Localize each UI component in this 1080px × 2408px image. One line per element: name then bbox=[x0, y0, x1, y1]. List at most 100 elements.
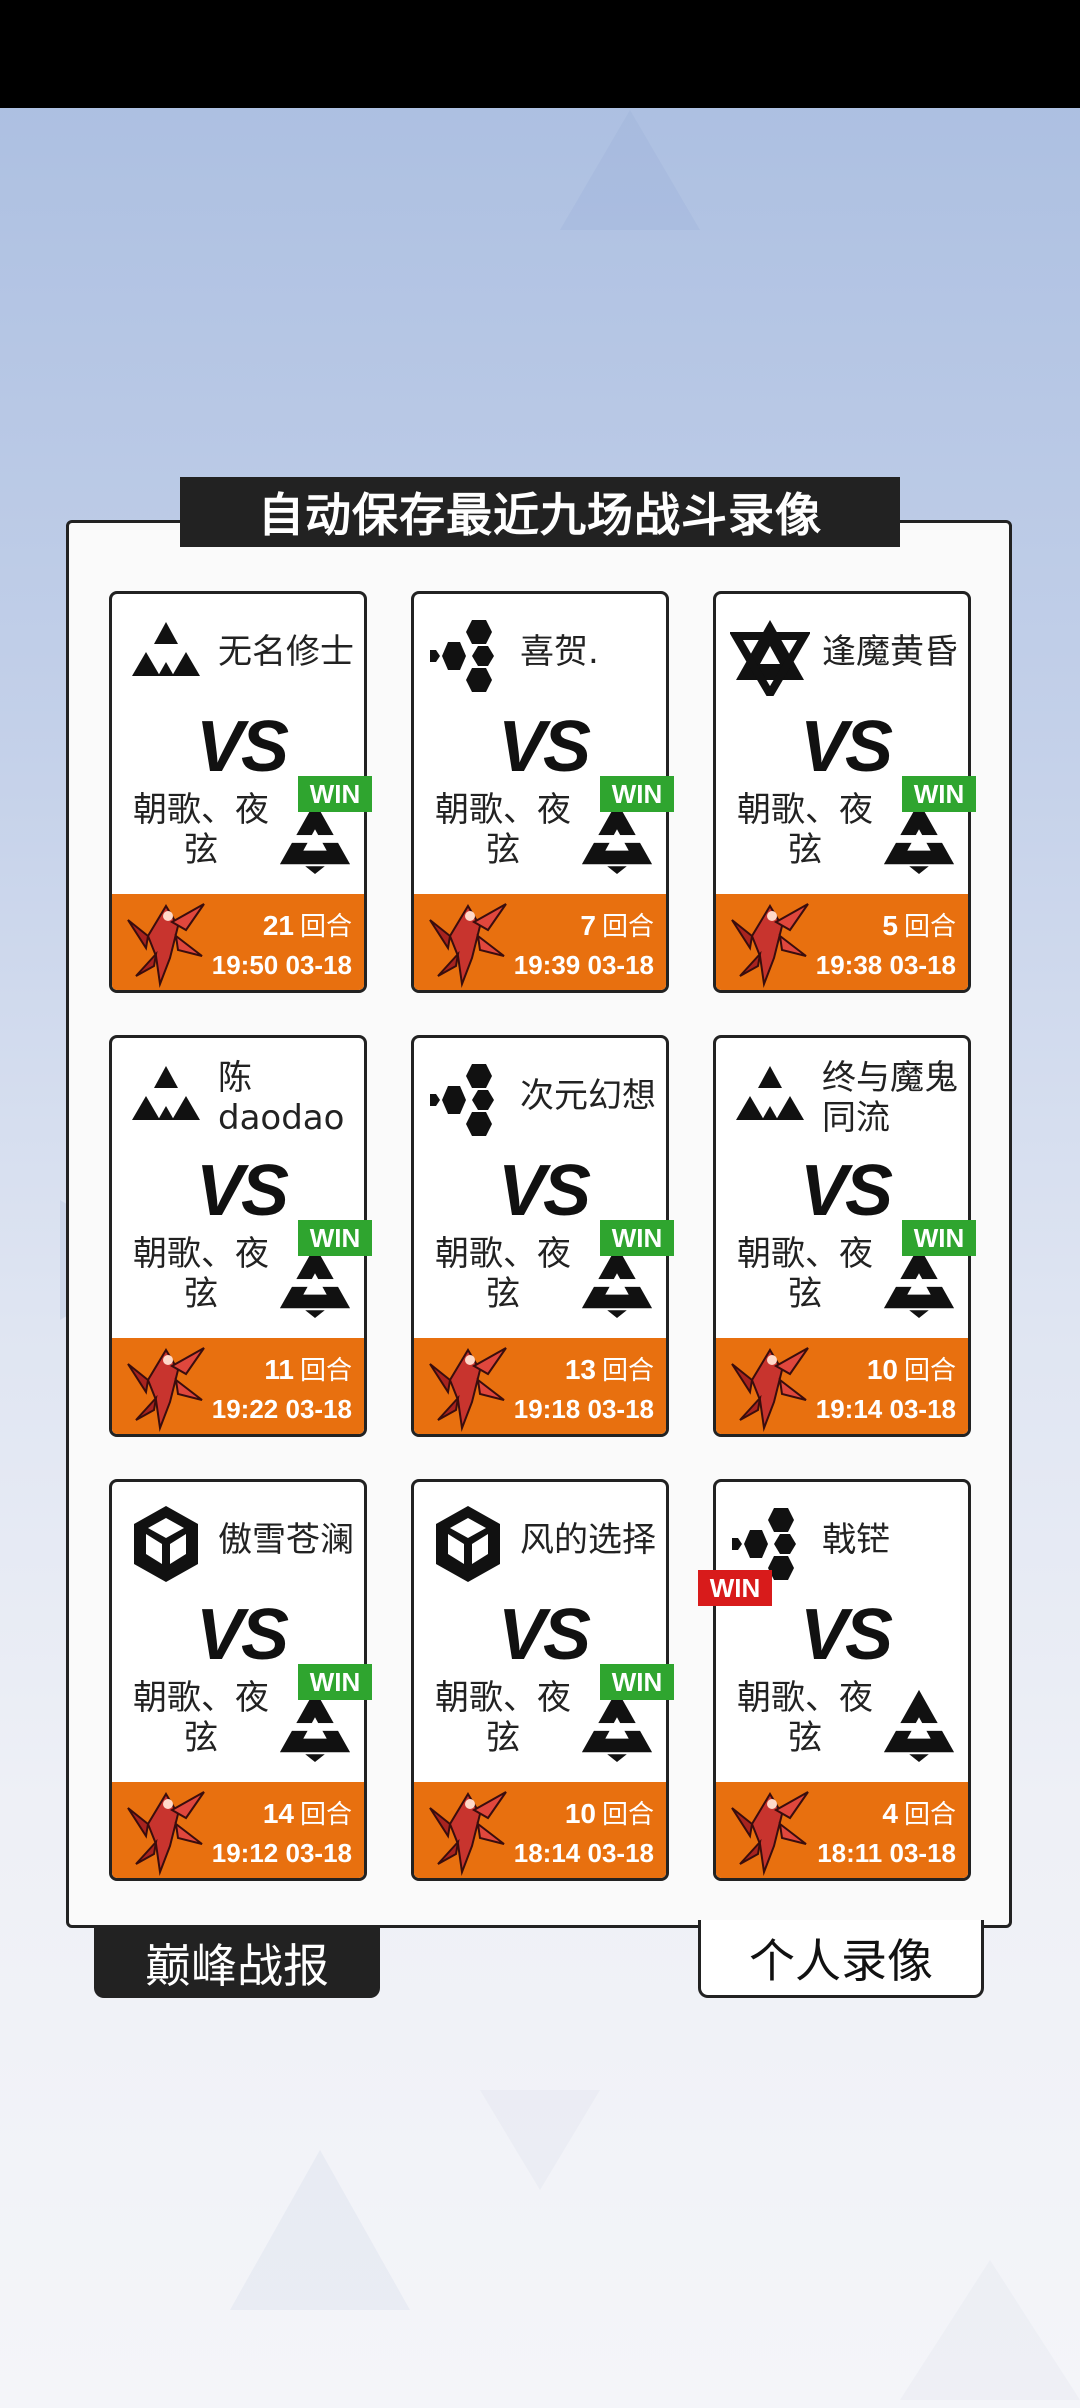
record-time: 19:50 03-18 bbox=[211, 950, 352, 980]
record-footer: 11 回合 19:22 03-18 bbox=[112, 1338, 364, 1434]
opponent-name: 傲雪苍澜 bbox=[218, 1520, 354, 1560]
win-badge: WIN bbox=[298, 1220, 372, 1256]
team-name: 朝歌、夜弦 bbox=[435, 790, 571, 870]
record-time: 19:39 03-18 bbox=[513, 950, 654, 980]
rounds-count: 7 回合 bbox=[580, 906, 654, 943]
hexagon-cluster-icon bbox=[428, 616, 508, 696]
record-card[interactable]: 傲雪苍澜 VS 朝歌、夜弦 WIN 14 回合 19:12 03-18 bbox=[109, 1479, 372, 1881]
background-decoration bbox=[900, 2260, 1080, 2400]
record-card[interactable]: 陈daodao VS 朝歌、夜弦 WIN 11 回合 19:22 03-18 bbox=[109, 1035, 372, 1437]
team-name: 朝歌、夜弦 bbox=[435, 1234, 571, 1314]
record-time: 19:12 03-18 bbox=[211, 1838, 352, 1868]
team-name: 朝歌、夜弦 bbox=[737, 790, 873, 870]
rounds-number: 11 bbox=[264, 1354, 294, 1385]
hero-avatar bbox=[126, 1340, 206, 1432]
rounds-unit: 回合 bbox=[299, 912, 352, 942]
opponent-name: 戟铓 bbox=[822, 1520, 890, 1560]
a-triangle-icon bbox=[880, 1686, 958, 1764]
team-name: 朝歌、夜弦 bbox=[737, 1234, 873, 1314]
record-card[interactable]: 无名修士 VS 朝歌、夜弦 WIN 21 回合 19:50 03-18 bbox=[109, 591, 372, 993]
hero-avatar bbox=[126, 1784, 206, 1876]
win-badge: WIN bbox=[902, 1220, 976, 1256]
rounds-unit: 回合 bbox=[903, 912, 956, 942]
rounds-count: 4 回合 bbox=[882, 1794, 956, 1831]
record-footer: 13 回合 19:18 03-18 bbox=[414, 1338, 666, 1434]
opponent-name: 次元幻想 bbox=[520, 1076, 656, 1116]
opponent-name: 无名修士 bbox=[218, 632, 354, 672]
record-time: 19:38 03-18 bbox=[815, 950, 956, 980]
rounds-unit: 回合 bbox=[903, 1356, 956, 1386]
win-badge: WIN bbox=[298, 1664, 372, 1700]
rounds-number: 21 bbox=[262, 910, 294, 941]
record-card[interactable]: 喜贺. VS 朝歌、夜弦 WIN 7 回合 19:39 03-18 bbox=[411, 591, 674, 993]
vs-label: VS bbox=[799, 1595, 893, 1675]
record-card[interactable]: 戟铓 VS 朝歌、夜弦 WIN 4 回合 18:11 03-18 bbox=[698, 1479, 971, 1881]
record-card[interactable]: 终与魔鬼同流 VS 朝歌、夜弦 WIN 10 回合 19:14 03-18 bbox=[713, 1035, 976, 1437]
hero-avatar bbox=[428, 1784, 508, 1876]
rounds-number: 10 bbox=[866, 1354, 898, 1385]
opponent-name: 风的选择 bbox=[520, 1520, 656, 1560]
opponent-name: 终与魔鬼同流 bbox=[822, 1058, 958, 1138]
win-badge: WIN bbox=[600, 1664, 674, 1700]
record-footer: 4 回合 18:11 03-18 bbox=[716, 1782, 968, 1878]
rounds-unit: 回合 bbox=[601, 1800, 654, 1830]
triangle-cluster-icon bbox=[730, 1060, 810, 1140]
hero-avatar bbox=[730, 1784, 810, 1876]
hero-avatar bbox=[428, 896, 508, 988]
cube-icon bbox=[428, 1504, 508, 1584]
status-bar bbox=[0, 0, 1080, 108]
win-badge: WIN bbox=[902, 776, 976, 812]
rounds-count: 21 回合 bbox=[263, 906, 352, 943]
record-time: 19:22 03-18 bbox=[211, 1394, 352, 1424]
rounds-number: 7 bbox=[580, 910, 596, 941]
background-decoration bbox=[560, 110, 700, 230]
record-footer: 21 回合 19:50 03-18 bbox=[112, 894, 364, 990]
record-card[interactable]: 逢魔黄昏 VS 朝歌、夜弦 WIN 5 回合 19:38 03-18 bbox=[713, 591, 976, 993]
records-panel: 无名修士 VS 朝歌、夜弦 WIN 21 回合 19:50 03-18 喜贺. VS 朝歌、夜弦 W… bbox=[66, 520, 1012, 1928]
rounds-number: 4 bbox=[882, 1798, 898, 1829]
record-card[interactable]: 风的选择 VS 朝歌、夜弦 WIN 10 回合 18:14 03-18 bbox=[411, 1479, 674, 1881]
hero-avatar bbox=[730, 896, 810, 988]
rounds-count: 13 回合 bbox=[565, 1350, 654, 1387]
win-badge: WIN bbox=[298, 776, 372, 812]
team-name: 朝歌、夜弦 bbox=[133, 1234, 269, 1314]
triangle-cluster-icon bbox=[126, 616, 206, 696]
triangle-cluster-icon bbox=[126, 1060, 206, 1140]
record-time: 18:14 03-18 bbox=[513, 1838, 654, 1868]
record-card[interactable]: 次元幻想 VS 朝歌、夜弦 WIN 13 回合 19:18 03-18 bbox=[411, 1035, 674, 1437]
rounds-number: 14 bbox=[262, 1798, 294, 1829]
rounds-count: 11 回合 bbox=[264, 1350, 352, 1387]
background-decoration bbox=[480, 2090, 600, 2190]
opponent-win-badge: WIN bbox=[698, 1570, 772, 1606]
record-footer: 14 回合 19:12 03-18 bbox=[112, 1782, 364, 1878]
team-name: 朝歌、夜弦 bbox=[737, 1678, 873, 1758]
rounds-number: 10 bbox=[564, 1798, 596, 1829]
cube-icon bbox=[126, 1504, 206, 1584]
tab-peak-reports[interactable]: 巅峰战报 bbox=[94, 1928, 380, 1998]
hero-avatar bbox=[126, 896, 206, 988]
win-badge: WIN bbox=[600, 1220, 674, 1256]
rounds-count: 14 回合 bbox=[263, 1794, 352, 1831]
record-time: 19:14 03-18 bbox=[815, 1394, 956, 1424]
record-footer: 7 回合 19:39 03-18 bbox=[414, 894, 666, 990]
rounds-number: 13 bbox=[564, 1354, 596, 1385]
rounds-number: 5 bbox=[882, 910, 898, 941]
hero-avatar bbox=[428, 1340, 508, 1432]
rounds-unit: 回合 bbox=[299, 1356, 352, 1386]
background-decoration bbox=[230, 2150, 410, 2310]
opponent-name: 逢魔黄昏 bbox=[822, 632, 958, 672]
star-triangle-icon bbox=[729, 616, 811, 702]
hexagon-cluster-icon bbox=[428, 1060, 508, 1140]
team-name: 朝歌、夜弦 bbox=[133, 790, 269, 870]
rounds-count: 5 回合 bbox=[882, 906, 956, 943]
page-title: 自动保存最近九场战斗录像 bbox=[180, 477, 900, 547]
record-footer: 10 回合 19:14 03-18 bbox=[716, 1338, 968, 1434]
win-badge: WIN bbox=[600, 776, 674, 812]
opponent-name: 陈daodao bbox=[218, 1058, 345, 1138]
record-time: 19:18 03-18 bbox=[513, 1394, 654, 1424]
rounds-unit: 回合 bbox=[601, 912, 654, 942]
hero-avatar bbox=[730, 1340, 810, 1432]
tab-personal-records[interactable]: 个人录像 bbox=[698, 1920, 984, 1998]
team-name: 朝歌、夜弦 bbox=[435, 1678, 571, 1758]
rounds-unit: 回合 bbox=[299, 1800, 352, 1830]
